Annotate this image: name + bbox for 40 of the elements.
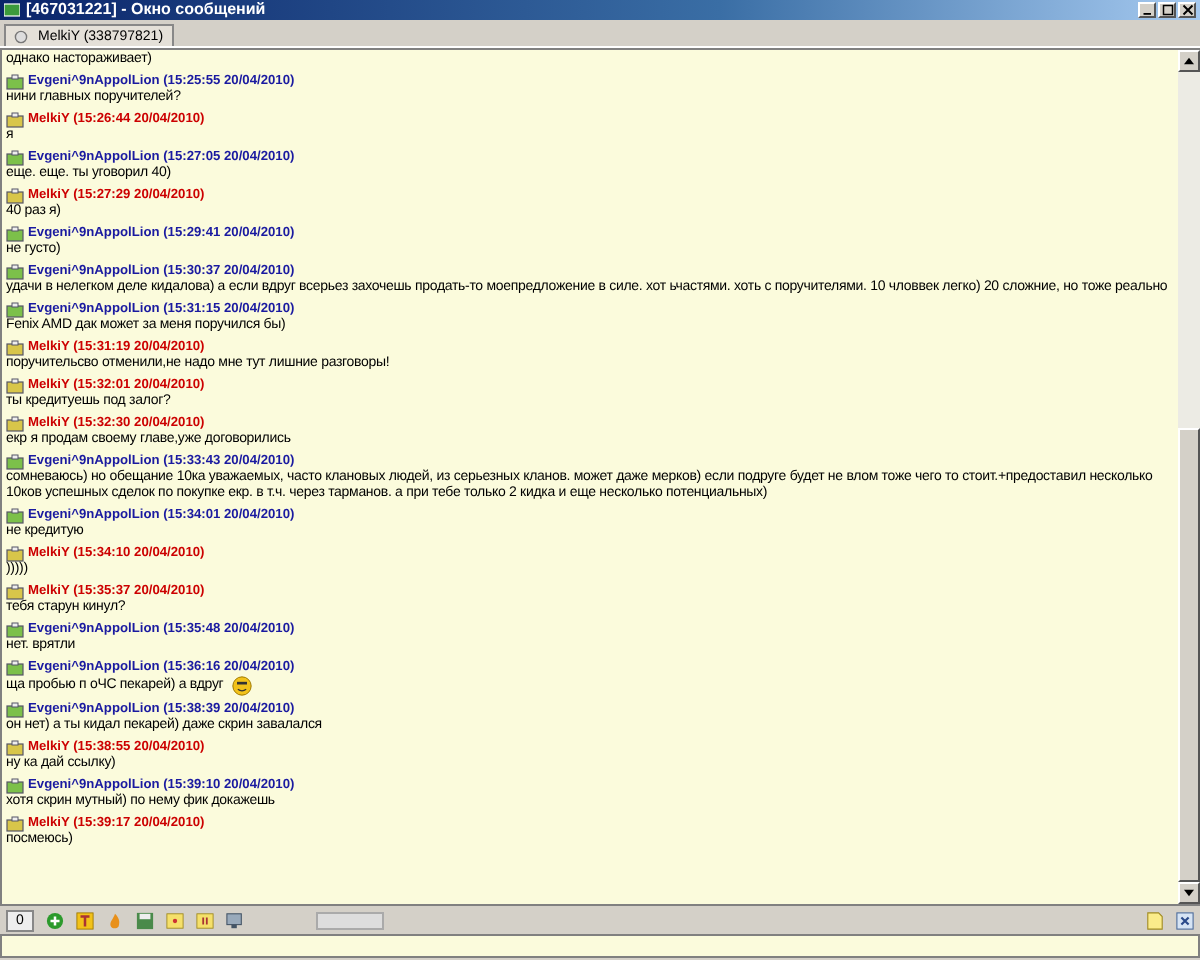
scroll-down-icon[interactable] [1184,888,1194,898]
text-format-icon[interactable] [75,911,94,929]
maximize-button[interactable] [1158,2,1176,18]
message-icon [6,263,24,279]
chat-window-icon [4,2,20,18]
message-icon [6,111,24,127]
maximize-icon [1161,4,1173,16]
message-icon [6,225,24,241]
message-icon [6,377,24,393]
disabled-field [315,911,384,929]
monitor-icon[interactable] [225,911,244,929]
message-icon [6,453,24,469]
minimize-button[interactable] [1138,2,1156,18]
message-icon [6,73,24,89]
message-icon [6,739,24,755]
message-icon [6,339,24,355]
message-icon [6,301,24,317]
message-icon [6,187,24,203]
close-button[interactable] [1178,2,1196,18]
window-title: [467031221] - Окно сообщений [26,0,266,20]
message-icon [6,415,24,431]
message-input[interactable] [0,934,1200,958]
message-icon [6,777,24,793]
note-icon[interactable] [165,911,184,929]
message-icon [6,815,24,831]
message-icon [6,583,24,599]
close-icon[interactable] [1176,911,1194,929]
pause-icon[interactable] [195,911,214,929]
contact-status-icon [14,29,28,43]
message-icon [6,149,24,165]
message-icon [6,621,24,637]
scroll-up-icon[interactable] [1184,56,1194,66]
close-icon [1181,4,1193,16]
message-icon [6,545,24,561]
save-icon[interactable] [135,911,154,929]
plus-icon[interactable] [45,911,64,929]
message-icon [6,701,24,717]
message-icon [6,659,24,675]
message-icon [6,507,24,523]
scrollbar[interactable] [1178,50,1200,904]
